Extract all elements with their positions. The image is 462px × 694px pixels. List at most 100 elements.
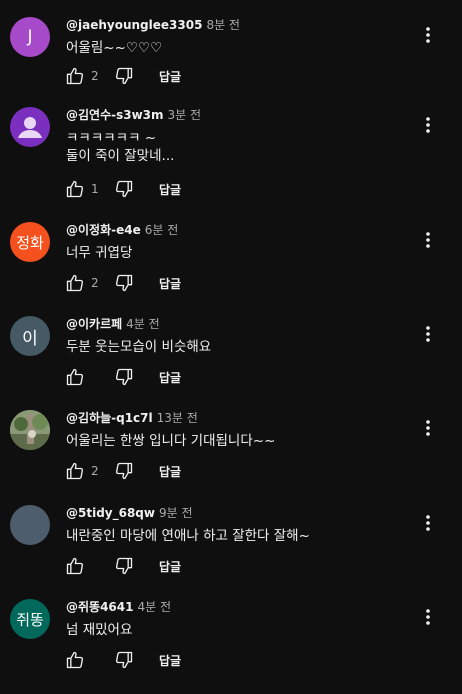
- comment-author[interactable]: @김연수-s3w3m: [66, 108, 164, 122]
- avatar[interactable]: J: [10, 17, 50, 57]
- dislike-button[interactable]: [113, 555, 135, 577]
- person-icon: [18, 117, 42, 138]
- avatar-letter: 정화: [16, 233, 44, 252]
- comment-author[interactable]: @5tidy_68qw: [66, 506, 155, 520]
- reply-button[interactable]: 답글: [159, 558, 181, 575]
- like-button[interactable]: [64, 460, 86, 482]
- comment-text: 내란중인 마당에 연애나 하고 잘한다 잘해~: [66, 528, 310, 544]
- thumbs-up-icon: [66, 180, 84, 198]
- avatar[interactable]: [10, 410, 50, 450]
- comment-text: 어울림~~♡♡♡: [66, 40, 163, 56]
- reply-button[interactable]: 답글: [159, 463, 181, 480]
- more-actions-button[interactable]: [418, 228, 438, 252]
- thumbs-up-icon: [66, 651, 84, 669]
- comment-author[interactable]: @이정화-e4e: [66, 223, 141, 237]
- thumbs-down-icon: [115, 462, 133, 480]
- thumbs-down-icon: [115, 180, 133, 198]
- more-actions-button[interactable]: [418, 416, 438, 440]
- more-vert-icon: [426, 326, 430, 342]
- comment-time[interactable]: 13분 전: [157, 411, 198, 425]
- comment-author[interactable]: @김하늘-q1c7l: [66, 411, 153, 425]
- more-actions-button[interactable]: [418, 113, 438, 137]
- comment-actions: 답글: [64, 649, 181, 671]
- more-vert-icon: [426, 515, 430, 531]
- avatar[interactable]: [10, 107, 50, 147]
- like-button[interactable]: [64, 366, 86, 388]
- more-actions-button[interactable]: [418, 605, 438, 629]
- thumbs-down-icon: [115, 67, 133, 85]
- more-vert-icon: [426, 117, 430, 133]
- more-actions-button[interactable]: [418, 322, 438, 346]
- comment-text: 너무 귀엽당: [66, 245, 133, 261]
- thumbs-up-icon: [66, 368, 84, 386]
- comment-author[interactable]: @jaehyounglee3305: [66, 18, 202, 32]
- more-actions-button[interactable]: [418, 511, 438, 535]
- thumbs-up-icon: [66, 274, 84, 292]
- dislike-button[interactable]: [113, 460, 135, 482]
- comment-author[interactable]: @이카르페: [66, 317, 122, 331]
- like-button[interactable]: [64, 272, 86, 294]
- thumbs-up-icon: [66, 67, 84, 85]
- dislike-button[interactable]: [113, 65, 135, 87]
- dislike-button[interactable]: [113, 272, 135, 294]
- comment-text: 어울리는 한쌍 입니다 기대됩니다~~: [66, 433, 276, 449]
- more-actions-button[interactable]: [418, 23, 438, 47]
- comment-actions: 답글: [64, 555, 181, 577]
- thumbs-up-icon: [66, 557, 84, 575]
- comment-header: @이정화-e4e 6분 전: [66, 223, 178, 237]
- dislike-button[interactable]: [113, 178, 135, 200]
- reply-button[interactable]: 답글: [159, 652, 181, 669]
- comment-time[interactable]: 4분 전: [137, 600, 171, 614]
- like-button[interactable]: [64, 178, 86, 200]
- photo-avatar: [10, 410, 50, 450]
- thumbs-down-icon: [115, 557, 133, 575]
- comment-actions: 2 답글: [64, 272, 181, 294]
- thumbs-down-icon: [115, 651, 133, 669]
- comment-header: @이카르페 4분 전: [66, 317, 160, 331]
- dislike-button[interactable]: [113, 366, 135, 388]
- dislike-button[interactable]: [113, 649, 135, 671]
- more-vert-icon: [426, 27, 430, 43]
- avatar-letter: J: [27, 27, 33, 47]
- comment-time[interactable]: 4분 전: [126, 317, 160, 331]
- comment-actions: 1 답글: [64, 178, 181, 200]
- like-button[interactable]: [64, 649, 86, 671]
- like-button[interactable]: [64, 555, 86, 577]
- like-button[interactable]: [64, 65, 86, 87]
- more-vert-icon: [426, 420, 430, 436]
- comment-actions: 2 답글: [64, 65, 181, 87]
- like-count: 1: [91, 182, 99, 196]
- comment-time[interactable]: 8분 전: [206, 18, 240, 32]
- comment-header: @쥐똥4641 4분 전: [66, 600, 171, 614]
- reply-button[interactable]: 답글: [159, 68, 181, 85]
- comment-text: 두분 웃는모습이 비슷해요: [66, 339, 212, 355]
- reply-button[interactable]: 답글: [159, 369, 181, 386]
- comment-time[interactable]: 9분 전: [159, 506, 193, 520]
- comment-time[interactable]: 3분 전: [168, 108, 202, 122]
- avatar-letter: 이: [22, 328, 38, 349]
- avatar[interactable]: 정화: [10, 222, 50, 262]
- comment-header: @김하늘-q1c7l 13분 전: [66, 411, 198, 425]
- comment-header: @jaehyounglee3305 8분 전: [66, 18, 240, 32]
- thumbs-down-icon: [115, 368, 133, 386]
- comment-header: @김연수-s3w3m 3분 전: [66, 108, 201, 122]
- reply-button[interactable]: 답글: [159, 275, 181, 292]
- comment-actions: 답글: [64, 366, 181, 388]
- avatar[interactable]: 쥐똥: [10, 599, 50, 639]
- like-count: 2: [91, 464, 99, 478]
- like-count: 2: [91, 69, 99, 83]
- thumbs-down-icon: [115, 274, 133, 292]
- avatar-letter: 쥐똥: [16, 610, 44, 629]
- more-vert-icon: [426, 609, 430, 625]
- thumbs-up-icon: [66, 462, 84, 480]
- avatar[interactable]: [10, 505, 50, 545]
- comment-actions: 2 답글: [64, 460, 181, 482]
- comment-author[interactable]: @쥐똥4641: [66, 600, 133, 614]
- more-vert-icon: [426, 232, 430, 248]
- comment-text: ㅋㅋㅋㅋㅋㅋ ~ 둘이 죽이 잘맞네...: [66, 130, 175, 164]
- avatar[interactable]: 이: [10, 316, 50, 356]
- like-count: 2: [91, 276, 99, 290]
- comment-time[interactable]: 6분 전: [145, 223, 179, 237]
- comment-text: 넘 재밌어요: [66, 622, 133, 638]
- reply-button[interactable]: 답글: [159, 181, 181, 198]
